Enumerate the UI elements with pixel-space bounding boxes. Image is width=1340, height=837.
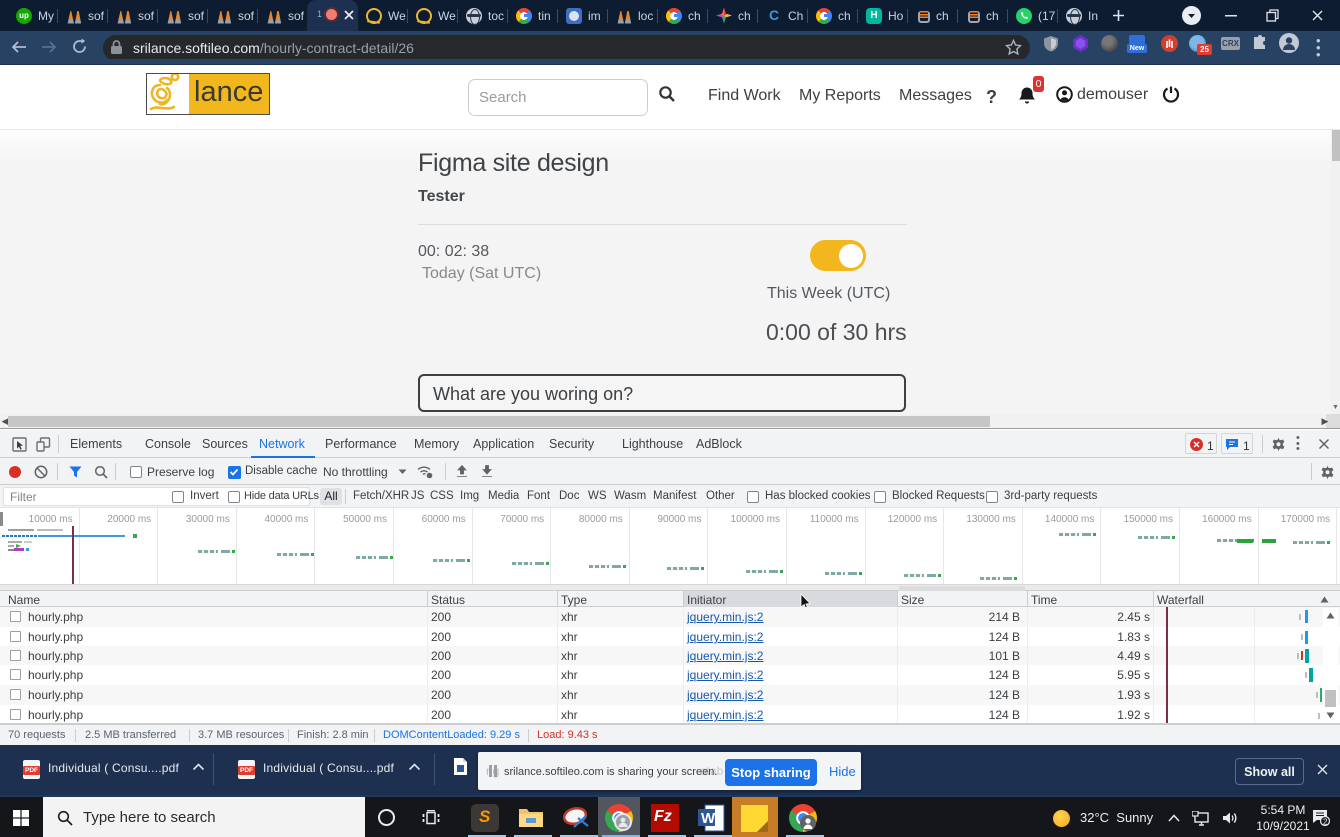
svg-text:2: 2 [1323,818,1328,827]
svg-text:W: W [701,810,716,827]
